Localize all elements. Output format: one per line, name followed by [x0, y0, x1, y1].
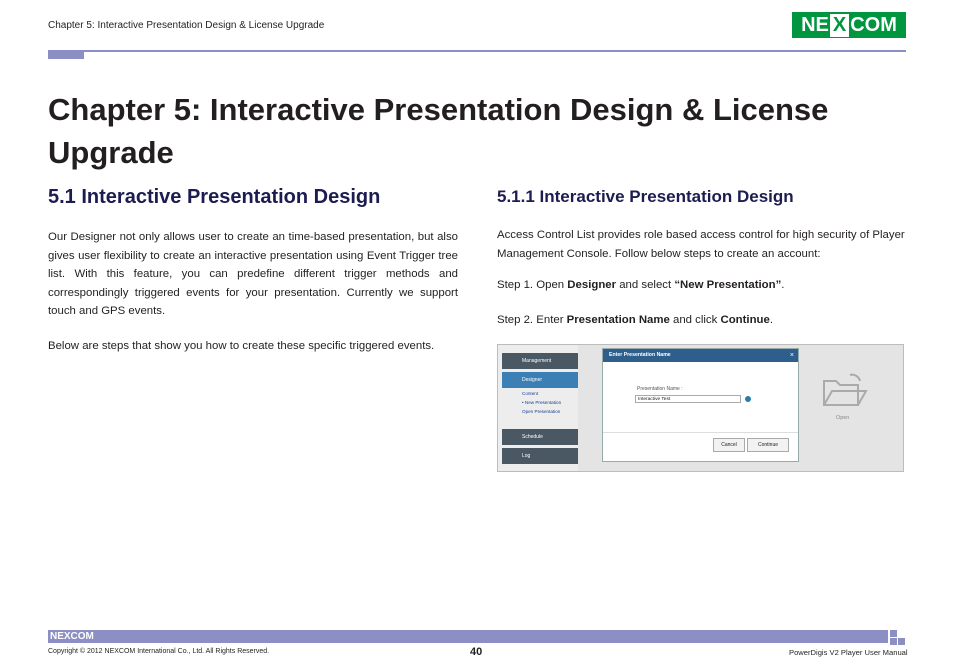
step-2: Step 2. Enter Presentation Name and clic… [497, 314, 773, 326]
step-2-suffix: . [769, 314, 774, 326]
section-paragraph-2: Below are steps that show you how to cre… [48, 340, 435, 352]
section-paragraph-1: Our Designer not only allows user to cre… [48, 231, 458, 318]
step-1-middle: and select [616, 279, 675, 291]
nav-designer: Designer [502, 372, 578, 388]
nav-sub-new-presentation: • New Presentation [522, 400, 562, 405]
page-number: 40 [470, 646, 483, 658]
folder-open-icon [823, 373, 868, 406]
header-rule [48, 50, 906, 52]
chapter-title: Chapter 5: Interactive Presentation Desi… [48, 92, 829, 170]
dialog-title: Enter Presentation Name [603, 349, 798, 362]
footer-square-2 [890, 638, 897, 645]
step-2-prefix: Step 2. Enter [497, 314, 567, 326]
dialog-label: Presentation Name : [637, 386, 683, 392]
dialog-cancel-button: Cancel [713, 438, 745, 452]
dialog-close-icon: × [789, 352, 794, 359]
step-1-designer: Designer [567, 279, 617, 291]
header-chapter-text: Chapter 5: Interactive Presentation Desi… [48, 20, 325, 31]
check-icon [745, 396, 751, 402]
step-1-suffix: . [781, 279, 785, 291]
logo-text-pre: NE [801, 13, 829, 36]
dialog-name-input: Interactive Test [635, 395, 741, 403]
footer-bar [48, 630, 888, 643]
step-2-continue: Continue [720, 314, 770, 326]
nav-sub-open-presentation: Open Presentation [522, 409, 561, 414]
subsection-paragraph: Access Control List provides role based … [497, 229, 905, 260]
nav-schedule: Schedule [502, 429, 578, 445]
footer-logo: NEXCOM [50, 631, 94, 642]
step-2-middle: and click [669, 314, 721, 326]
footer-square-3 [898, 638, 905, 645]
nav-log: Log [502, 448, 578, 464]
open-label: Open [836, 415, 850, 421]
logo-text-x: X [829, 13, 850, 37]
footer-copyright: Copyright © 2012 NEXCOM International Co… [48, 648, 270, 655]
footer-square-1 [890, 630, 897, 637]
screenshot-sidebar: Management Designer Content • New Presen… [498, 345, 578, 471]
header-accent-block [48, 50, 84, 59]
step-1: Step 1. Open Designer and select “New Pr… [497, 279, 784, 291]
section-heading: 5.1 Interactive Presentation Design [48, 186, 381, 208]
dialog-continue-button: Continue [747, 438, 789, 452]
manual-title: PowerDigis V2 Player User Manual [789, 648, 908, 657]
nav-management: Management [502, 353, 578, 369]
nav-sub-content: Content [522, 391, 539, 396]
subsection-heading: 5.1.1 Interactive Presentation Design [497, 187, 794, 206]
step-1-prefix: Step 1. Open [497, 279, 568, 291]
step-2-presentation-name: Presentation Name [566, 314, 670, 326]
designer-screenshot: Management Designer Content • New Presen… [497, 344, 904, 472]
nexcom-logo: NE X COM [792, 12, 906, 38]
logo-text-post: COM [850, 13, 897, 36]
dialog-divider [603, 432, 798, 433]
presentation-name-dialog: Enter Presentation Name × Presentation N… [602, 348, 799, 462]
step-1-new-presentation: “New Presentation” [674, 279, 782, 291]
